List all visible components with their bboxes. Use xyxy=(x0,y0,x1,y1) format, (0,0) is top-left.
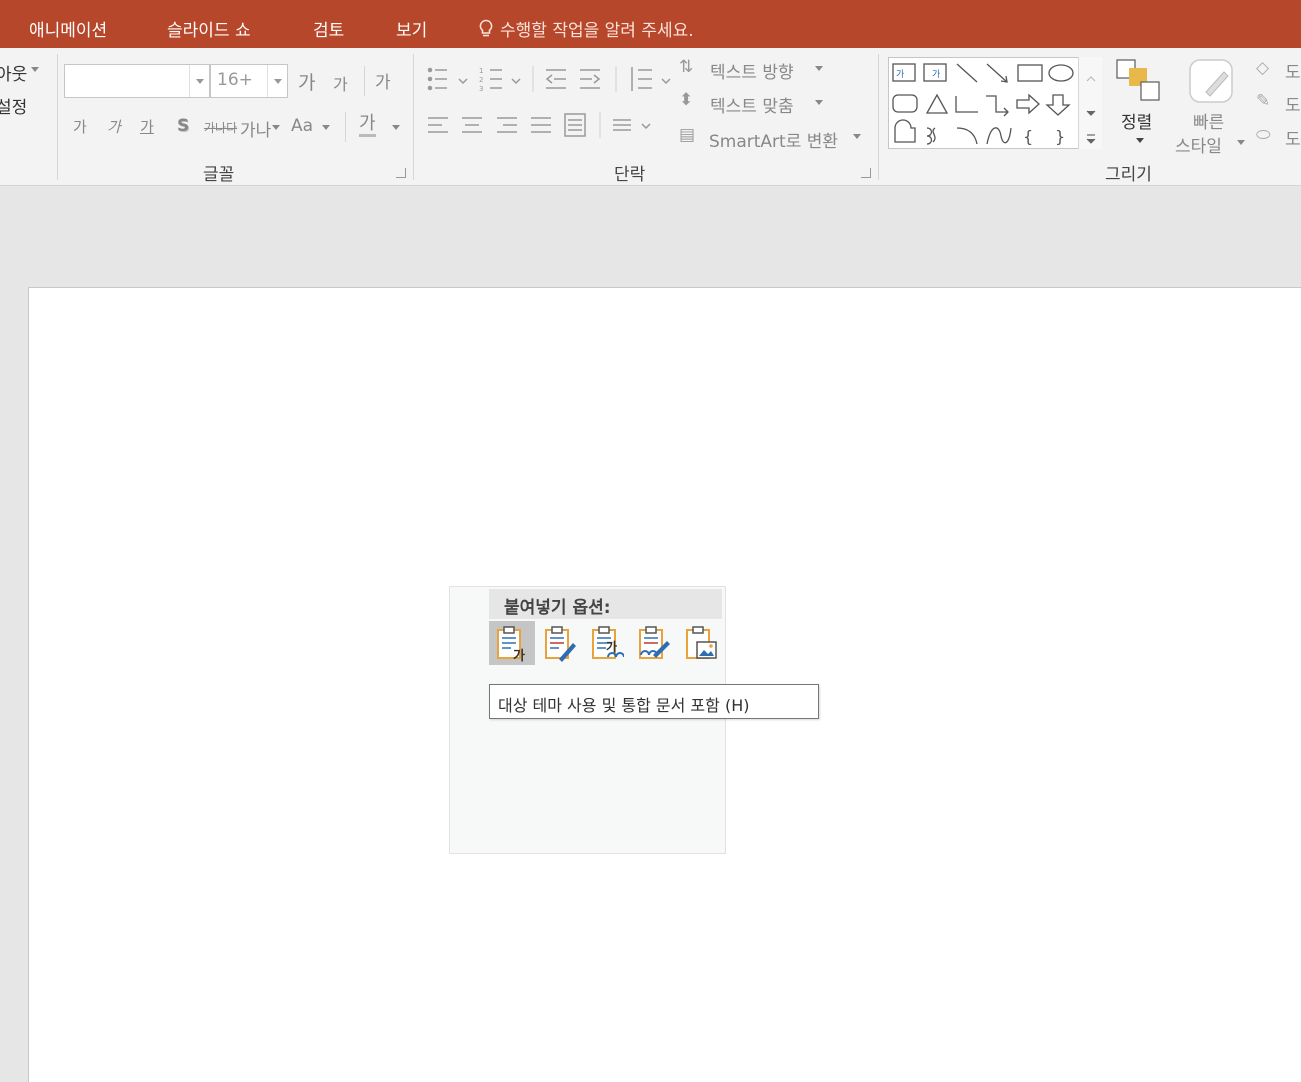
paste-brush-icon xyxy=(545,626,576,662)
text-direction-icon: ⇅ xyxy=(679,57,694,77)
paste-embed-button[interactable]: 가 xyxy=(584,621,630,665)
arrange-icon xyxy=(1116,59,1160,101)
group-divider xyxy=(413,54,414,180)
smartart-icon: ▤ xyxy=(679,125,696,145)
paste-link-button[interactable] xyxy=(631,621,677,665)
text-direction-button[interactable]: 텍스트 방향 xyxy=(710,58,794,83)
arrange-dropdown-icon xyxy=(1136,138,1144,147)
font-color-button[interactable]: 가 xyxy=(359,114,376,137)
paste-keep-source-formatting-button[interactable] xyxy=(537,621,583,665)
quick-styles-dropdown-icon xyxy=(1237,140,1245,149)
tell-me-box[interactable]: 수행할 작업을 알려 주세요. xyxy=(478,16,694,41)
change-case-button[interactable]: Aa xyxy=(291,116,313,136)
paste-picture-icon xyxy=(686,626,717,659)
shape-outline-icon: ✎ xyxy=(1256,91,1271,111)
paragraph-group-label: 단락 xyxy=(614,165,646,185)
quick-styles-icon xyxy=(1189,59,1233,103)
lightbulb-icon xyxy=(479,19,493,36)
font-name-combo[interactable] xyxy=(64,64,210,98)
shape-outline-button[interactable]: 도 xyxy=(1285,91,1301,116)
shrink-font-button[interactable]: 가 xyxy=(333,71,348,95)
paste-options-title: 붙여넣기 옵션: xyxy=(504,598,611,618)
shape-effects-icon: ⬭ xyxy=(1256,125,1271,145)
shapes-gallery[interactable]: 가 가 { } xyxy=(888,57,1102,149)
quick-styles-label-line1[interactable]: 빠른 xyxy=(1193,108,1224,133)
paste-theme-icon: 가 xyxy=(497,626,525,663)
drawing-group-label: 그리기 xyxy=(1105,165,1152,185)
align-text-button[interactable]: 텍스트 맞춤 xyxy=(710,92,794,117)
shape-fill-button[interactable]: 도 xyxy=(1285,58,1301,83)
reset-button[interactable]: 설정 xyxy=(0,93,27,118)
clear-formatting-button[interactable]: 가 xyxy=(375,68,391,93)
character-spacing-button[interactable]: 가나 xyxy=(240,116,271,141)
underline-button[interactable]: 가 xyxy=(140,116,154,137)
tab-review[interactable]: 검토 xyxy=(313,16,344,41)
arrange-button[interactable]: 정렬 xyxy=(1121,108,1152,133)
gallery-scroll-icons xyxy=(1086,76,1096,144)
paste-tooltip: 대상 테마 사용 및 통합 문서 포함 (H) xyxy=(489,684,819,719)
paste-picture-button[interactable] xyxy=(678,621,724,665)
grow-font-button[interactable]: 가 xyxy=(298,68,315,95)
strikethrough-button[interactable]: 가나다 xyxy=(204,119,237,136)
font-size-dropdown-icon[interactable] xyxy=(267,65,287,97)
paste-embed-icon: 가 xyxy=(592,626,624,659)
group-divider xyxy=(878,54,879,180)
svg-text:가: 가 xyxy=(513,649,525,663)
align-text-icon: ⬍ xyxy=(679,90,694,110)
paragraph-icons: 123 xyxy=(427,66,671,138)
divider xyxy=(364,66,365,96)
tab-animations[interactable]: 애니메이션 xyxy=(29,16,107,41)
paste-link-icon xyxy=(639,626,670,659)
ribbon-tab-bar: 애니메이션 슬라이드 쇼 검토 보기 수행할 작업을 알려 주세요. xyxy=(0,0,1301,48)
shape-effects-button[interactable]: 도 xyxy=(1285,125,1301,150)
svg-text:1: 1 xyxy=(479,67,483,75)
paste-use-destination-theme-button[interactable]: 가 xyxy=(489,621,535,665)
svg-text:2: 2 xyxy=(479,76,483,84)
svg-text:가: 가 xyxy=(606,639,617,654)
ribbon: 아웃 설정 16+ 가 가 가 가 가 가 S 가나다 가나 Aa 가 글꼴 1… xyxy=(0,48,1301,186)
paste-tooltip-text: 대상 테마 사용 및 통합 문서 포함 (H) xyxy=(498,696,750,715)
tab-slide-show[interactable]: 슬라이드 쇼 xyxy=(167,16,251,41)
text-shadow-button[interactable]: S xyxy=(177,116,189,136)
svg-text:가: 가 xyxy=(932,69,940,80)
font-name-dropdown-icon[interactable] xyxy=(189,65,209,97)
shapes-gallery-icons: 가 가 { } xyxy=(892,63,1074,146)
text-direction-dropdown-icon xyxy=(815,66,823,75)
spacing-dropdown-icon xyxy=(272,125,280,134)
font-size-combo[interactable]: 16+ xyxy=(210,64,288,98)
layout-button[interactable]: 아웃 xyxy=(0,60,27,85)
quick-styles-label-line2[interactable]: 스타일 xyxy=(1175,132,1222,157)
font-group-label: 글꼴 xyxy=(203,165,235,185)
align-text-dropdown-icon xyxy=(815,100,823,109)
shape-fill-icon: ◇ xyxy=(1256,58,1270,78)
smartart-dropdown-icon xyxy=(853,134,861,143)
change-case-dropdown-icon xyxy=(322,125,330,134)
tab-view[interactable]: 보기 xyxy=(396,16,427,41)
font-color-dropdown-icon xyxy=(392,125,400,134)
bold-button[interactable]: 가 xyxy=(73,116,87,137)
font-size-value: 16+ xyxy=(217,70,253,90)
divider xyxy=(345,112,346,142)
layout-dropdown-icon xyxy=(31,67,39,76)
svg-text:3: 3 xyxy=(479,85,483,93)
svg-text:}: } xyxy=(1055,127,1065,146)
italic-button[interactable]: 가 xyxy=(107,116,121,137)
tell-me-text: 수행할 작업을 알려 주세요. xyxy=(500,21,694,41)
svg-text:{: { xyxy=(1023,127,1033,146)
shapes-gallery-scrollbar[interactable] xyxy=(1078,57,1102,149)
svg-text:가: 가 xyxy=(896,69,904,80)
convert-to-smartart-button[interactable]: SmartArt로 변환 xyxy=(709,127,838,152)
paragraph-dialog-launcher-icon[interactable] xyxy=(861,168,871,178)
group-divider xyxy=(57,54,58,180)
font-dialog-launcher-icon[interactable] xyxy=(396,168,406,178)
